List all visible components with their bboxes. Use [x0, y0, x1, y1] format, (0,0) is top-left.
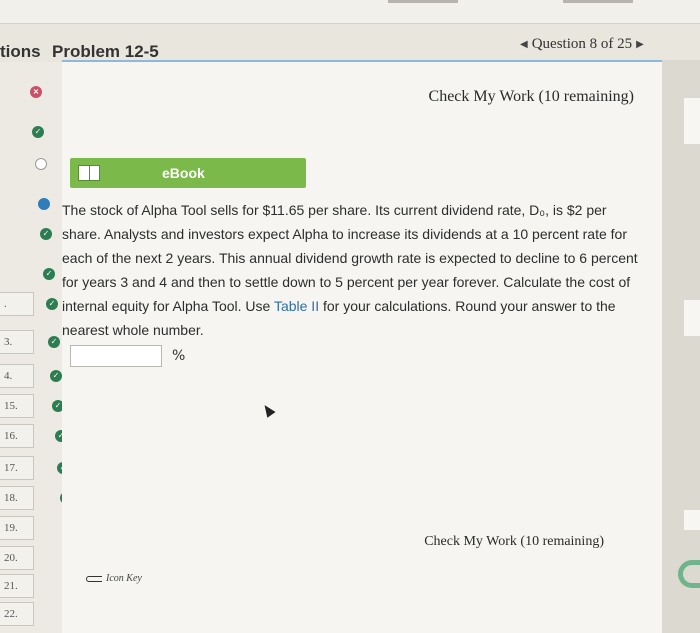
sidebar-question-item[interactable]: 19.✓ — [0, 516, 74, 544]
question-number: 20. — [0, 546, 34, 570]
sidebar-question-item[interactable]: 22.✓ — [0, 602, 78, 630]
question-status-empty-icon — [35, 158, 47, 170]
question-list-sidebar: ×✓✓✓.✓3.✓4.✓15.✓16.✓17.✓18.✓19.✓20.✓21.✓… — [0, 62, 78, 633]
sidebar-question-item[interactable]: 21.✓ — [0, 574, 77, 602]
browser-top-strip — [0, 0, 700, 24]
key-icon — [86, 575, 102, 582]
sidebar-question-item[interactable]: ✓ — [0, 120, 62, 148]
sidebar-question-item[interactable]: ✓ — [0, 222, 62, 250]
question-number: 19. — [0, 516, 34, 540]
sidebar-question-item[interactable]: × — [0, 80, 62, 108]
sidebar-question-item[interactable]: 15. ✓ — [0, 394, 64, 422]
mouse-cursor-icon — [260, 402, 276, 418]
question-number: 16. — [0, 424, 34, 448]
icon-key-label: Icon Key — [106, 573, 142, 584]
question-navigator: ◀ Question 8 of 25 ▶ — [520, 34, 644, 54]
icon-key[interactable]: Icon Key — [86, 573, 142, 584]
book-icon — [78, 165, 100, 181]
problem-panel: Check My Work (10 remaining) eBook The s… — [62, 60, 662, 633]
sidebar-question-item[interactable]: 3. ✓ — [0, 330, 62, 358]
previous-question-arrow-icon[interactable]: ◀ — [520, 39, 528, 50]
right-edge-panel — [684, 510, 700, 530]
next-question-arrow-icon[interactable]: ▶ — [636, 39, 644, 50]
table-ii-link[interactable]: Table II — [274, 298, 319, 314]
right-edge-badge-icon — [678, 560, 700, 588]
question-number: 22. — [0, 602, 34, 626]
top-strip-marker — [388, 0, 458, 3]
sidebar-question-item[interactable]: 4. ✓ — [0, 364, 62, 392]
question-number: 15. — [0, 394, 34, 418]
question-status-wrong-icon: × — [30, 86, 42, 98]
question-status-correct-icon: ✓ — [50, 370, 62, 382]
question-number: 4. — [0, 364, 34, 388]
sidebar-question-item[interactable] — [0, 152, 62, 180]
question-number: 18. — [0, 486, 34, 510]
ebook-button[interactable]: eBook — [70, 158, 306, 188]
sidebar-question-item[interactable]: . ✓ — [0, 292, 62, 320]
answer-row: % — [70, 345, 185, 367]
question-number: 21. — [0, 574, 34, 598]
check-my-work-link-top[interactable]: Check My Work (10 remaining) — [429, 88, 634, 106]
question-status-current-icon — [38, 198, 50, 210]
answer-unit: % — [172, 348, 186, 364]
question-number: 17. — [0, 456, 34, 480]
top-strip-marker — [563, 0, 633, 3]
sidebar-question-item[interactable]: 16. ✓ — [0, 424, 67, 452]
question-status-correct-icon: ✓ — [43, 268, 55, 280]
question-text: The stock of Alpha Tool sells for $11.65… — [62, 198, 647, 342]
question-status-correct-icon: ✓ — [48, 336, 60, 348]
sidebar-question-item[interactable]: 20.✓ — [0, 546, 76, 574]
ebook-label: eBook — [162, 165, 205, 181]
answer-input[interactable] — [70, 345, 162, 367]
question-status-correct-icon: ✓ — [46, 298, 58, 310]
assignment-tab-fragment[interactable]: tions — [0, 42, 41, 62]
right-edge-panel — [684, 300, 700, 336]
question-status-correct-icon: ✓ — [40, 228, 52, 240]
right-edge-panel — [684, 98, 700, 144]
question-number: 3. — [0, 330, 34, 354]
sidebar-question-item[interactable]: ✓ — [0, 262, 62, 290]
question-number: . — [0, 292, 34, 316]
check-my-work-link-bottom[interactable]: Check My Work (10 remaining) — [424, 534, 604, 550]
question-status-correct-icon: ✓ — [32, 126, 44, 138]
problem-title: Problem 12-5 — [52, 42, 159, 61]
right-background-edge — [662, 60, 700, 633]
sidebar-question-item[interactable]: 18.✓ — [0, 486, 72, 514]
sidebar-question-item[interactable]: 17.✓ — [0, 456, 69, 484]
question-position-label: Question 8 of 25 — [531, 35, 633, 52]
sidebar-question-item[interactable] — [0, 192, 62, 220]
